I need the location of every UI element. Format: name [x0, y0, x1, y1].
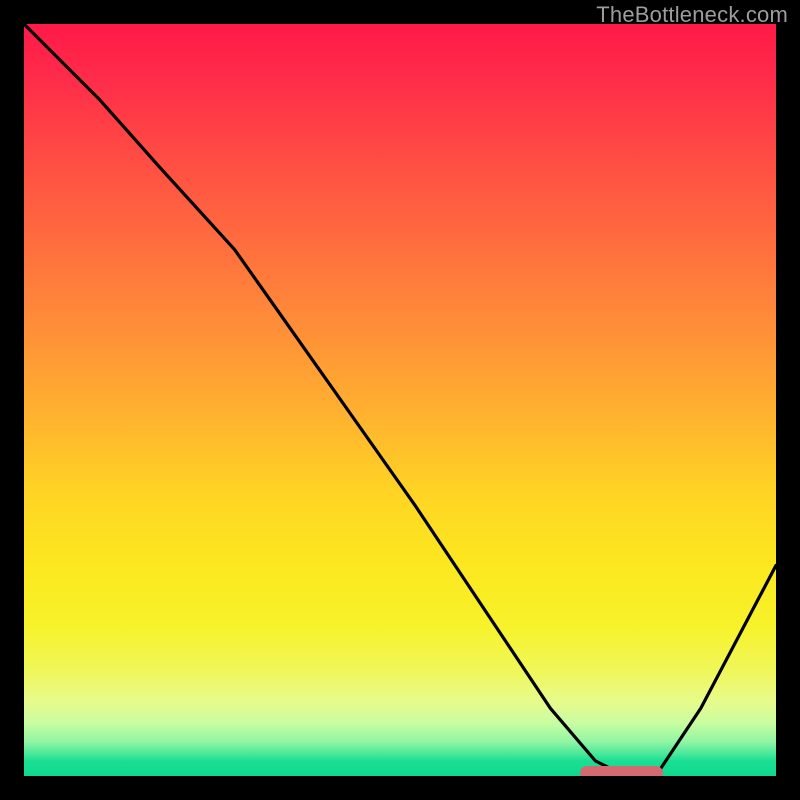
optimal-range-marker [580, 766, 663, 776]
plot-area [24, 24, 776, 776]
watermark-text: TheBottleneck.com [596, 2, 788, 28]
curve-layer [24, 24, 776, 776]
chart-stage: TheBottleneck.com [0, 0, 800, 800]
bottleneck-curve [24, 24, 776, 776]
